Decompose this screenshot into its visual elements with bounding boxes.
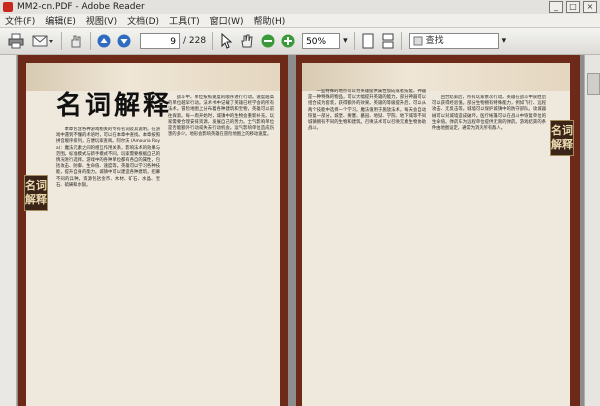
single-page-button[interactable] xyxy=(360,32,376,50)
minimize-button[interactable]: _ xyxy=(549,1,563,13)
previous-page-button[interactable] xyxy=(96,32,112,50)
hand-back-button[interactable] xyxy=(67,32,85,50)
hand-icon xyxy=(71,35,81,48)
toolbar: 9 / 228 50% ▾ 查找 ▾ xyxy=(0,28,600,55)
scrollbar-thumb[interactable] xyxy=(587,73,600,95)
page-number-input[interactable]: 9 xyxy=(140,33,180,49)
maximize-button[interactable]: □ xyxy=(566,1,580,13)
menu-tools[interactable]: 工具(T) xyxy=(164,14,205,27)
menu-help[interactable]: 帮助(H) xyxy=(249,14,291,27)
paragraph: 本章包含各种游戏相关的专有名词及其说明。在游戏中遇到不懂的术语时，可以在本章中查… xyxy=(56,127,160,188)
side-tab: 名词解释 xyxy=(550,120,574,156)
select-tool-button[interactable] xyxy=(218,32,234,50)
text-column: 战斗中，单位按照速度的顺序进行行动。速度越高的单位越早行动。法术书中记载了英雄已… xyxy=(168,95,274,403)
toolbar-separator xyxy=(212,32,214,50)
menu-file[interactable]: 文件(F) xyxy=(0,14,40,27)
print-icon xyxy=(8,33,24,49)
text-column: 本章包含各种游戏相关的专有名词及其说明。在游戏中遇到不懂的术语时，可以在本章中查… xyxy=(56,127,160,403)
toolbar-separator xyxy=(90,32,91,50)
menu-document[interactable]: 文档(D) xyxy=(122,14,164,27)
document-viewport[interactable]: 名词解释 名词解释 本章包含各种游戏相关的专有名词及其说明。在游戏中遇到不懂的术… xyxy=(0,55,600,406)
toolbar-separator xyxy=(400,32,402,50)
window-title: MM2-cn.PDF - Adobe Reader xyxy=(17,2,145,12)
zoom-dropdown-arrow[interactable]: ▾ xyxy=(343,36,348,46)
zoom-out-button[interactable] xyxy=(260,32,276,50)
zoom-in-icon xyxy=(281,34,295,48)
document-page-left: 名词解释 名词解释 本章包含各种游戏相关的专有名词及其说明。在游戏中遇到不懂的术… xyxy=(18,55,288,406)
title-bar: MM2-cn.PDF - Adobe Reader _ □ × xyxy=(0,0,600,14)
hand-tool-button[interactable] xyxy=(238,32,256,50)
navigation-pane[interactable] xyxy=(0,55,17,406)
toolbar-separator xyxy=(353,32,355,50)
document-page-right: 名词解释 一些特殊的地点可以为英雄提供属性加成或者技能。神器是一种特殊的物品，可… xyxy=(296,55,580,406)
print-button[interactable] xyxy=(6,32,26,50)
email-button[interactable] xyxy=(30,32,56,50)
paragraph: 回合结束后，所有玩家依次行动。英雄在战斗中获胜后可以获得经验值。部分生物拥有特殊… xyxy=(432,95,546,132)
page-heading: 名词解释 xyxy=(56,91,173,121)
paragraph: 一些特殊的地点可以为英雄提供属性加成或者技能。神器是一种特殊的物品，可以大幅提升… xyxy=(308,89,426,132)
next-page-button[interactable] xyxy=(116,32,132,50)
text-column: 回合结束后，所有玩家依次行动。英雄在战斗中获胜后可以获得经验值。部分生物拥有特殊… xyxy=(432,95,546,403)
side-tab: 名词解释 xyxy=(24,175,48,211)
menu-bar: 文件(F) 编辑(E) 视图(V) 文档(D) 工具(T) 窗口(W) 帮助(H… xyxy=(0,14,600,28)
text-column: 一些特殊的地点可以为英雄提供属性加成或者技能。神器是一种特殊的物品，可以大幅提升… xyxy=(308,89,426,403)
select-cursor-icon xyxy=(221,33,233,49)
page-flourish xyxy=(302,63,570,91)
menu-window[interactable]: 窗口(W) xyxy=(205,14,249,27)
window-controls: _ □ × xyxy=(549,1,600,13)
hand-icon xyxy=(241,34,253,48)
vertical-scrollbar[interactable] xyxy=(584,55,600,406)
zoom-in-button[interactable] xyxy=(280,32,296,50)
search-box[interactable]: 查找 xyxy=(408,33,499,49)
menu-edit[interactable]: 编辑(E) xyxy=(40,14,81,27)
paragraph: 战斗中，单位按照速度的顺序进行行动。速度越高的单位越早行动。法术书中记载了英雄已… xyxy=(168,95,274,138)
search-icon xyxy=(413,36,423,46)
zoom-out-icon xyxy=(261,34,275,48)
toolbar-separator xyxy=(61,32,62,50)
page-total: / 228 xyxy=(183,36,207,46)
close-button[interactable]: × xyxy=(583,1,597,13)
scroll-page-button[interactable] xyxy=(380,32,396,50)
search-dropdown-arrow[interactable]: ▾ xyxy=(502,36,507,46)
scroll-page-icon xyxy=(382,33,394,49)
up-arrow-icon xyxy=(97,34,111,48)
single-page-icon xyxy=(362,33,374,49)
email-icon xyxy=(32,35,53,47)
menu-view[interactable]: 视图(V) xyxy=(81,14,122,27)
down-arrow-icon xyxy=(117,34,131,48)
zoom-level-select[interactable]: 50% xyxy=(302,33,341,49)
search-placeholder: 查找 xyxy=(425,36,444,46)
adobe-reader-icon xyxy=(3,2,13,12)
